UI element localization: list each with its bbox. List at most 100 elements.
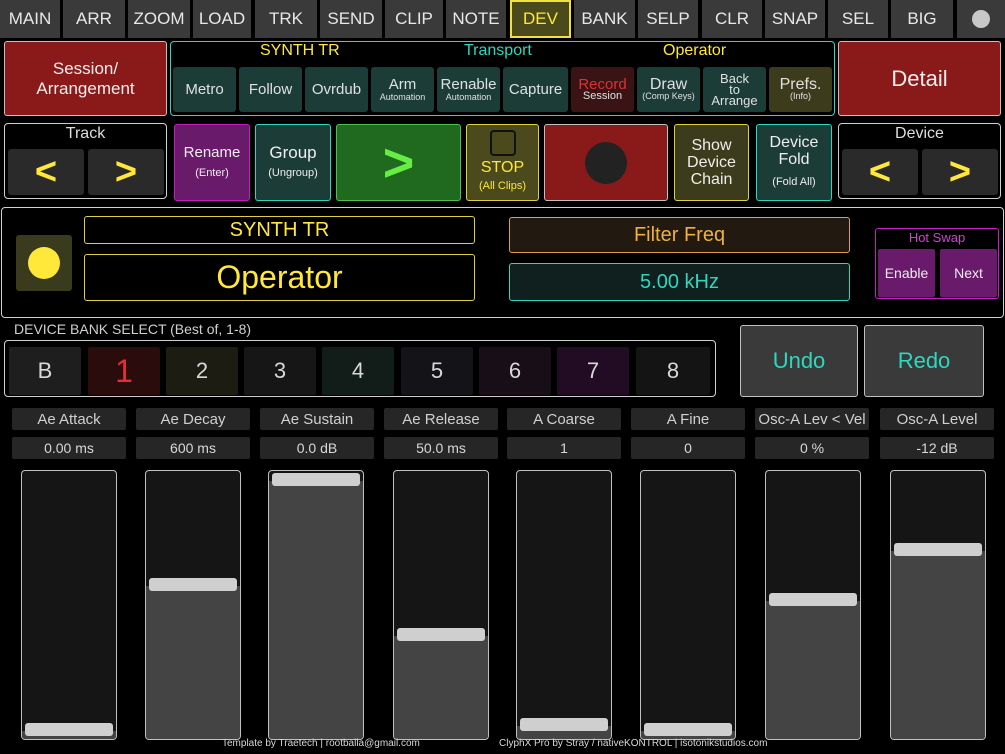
fader-handle[interactable] — [894, 543, 982, 556]
draw-button[interactable]: Draw (Comp Keys) — [637, 67, 700, 112]
rename-sublabel: (Enter) — [195, 166, 229, 179]
capture-button[interactable]: Capture — [503, 67, 568, 112]
tab-label: CLIP — [395, 9, 433, 28]
param-fader[interactable] — [393, 470, 489, 740]
bank-b-button[interactable]: B — [9, 347, 81, 395]
back-to-arrange-button[interactable]: Back to Arrange — [703, 67, 766, 112]
bank-2-button[interactable]: 2 — [166, 347, 238, 395]
redo-button[interactable]: Redo — [864, 325, 984, 397]
metro-button[interactable]: Metro — [173, 67, 236, 112]
device-name-text: Operator — [216, 259, 343, 295]
overdub-button[interactable]: Ovrdub — [305, 67, 368, 112]
bank-select-title: DEVICE BANK SELECT (Best of, 1-8) — [14, 321, 251, 337]
bank-8-button[interactable]: 8 — [636, 347, 710, 395]
device-on-button[interactable] — [16, 235, 72, 291]
param-value-text: 1 — [560, 440, 568, 456]
bank-3-button[interactable]: 3 — [244, 347, 316, 395]
bank-subtitle-text: (Best of, 1-8) — [170, 321, 252, 337]
renable-sublabel: Automation — [445, 92, 492, 102]
track-next-button[interactable]: > — [88, 149, 164, 195]
tab-dev[interactable]: DEV — [510, 0, 571, 38]
param-label-text: A Coarse — [533, 410, 595, 428]
prefs-button[interactable]: Prefs. (Info) — [769, 67, 832, 112]
tab-send[interactable]: SEND — [320, 0, 382, 38]
play-button[interactable]: > — [336, 124, 461, 201]
renable-automation-button[interactable]: Renable Automation — [437, 67, 500, 112]
show-device-chain-button[interactable]: Show Device Chain — [674, 124, 749, 201]
tab-trk[interactable]: TRK — [255, 0, 317, 38]
enable-label: Enable — [884, 265, 929, 281]
tab-arr[interactable]: ARR — [63, 0, 125, 38]
fader-handle[interactable] — [397, 628, 485, 641]
param-fader[interactable] — [268, 470, 364, 740]
metro-label: Metro — [185, 81, 224, 98]
status-section: Transport — [464, 42, 532, 59]
tab-note[interactable]: NOTE — [446, 0, 506, 38]
param-fader[interactable] — [890, 470, 986, 740]
undo-button[interactable]: Undo — [740, 325, 858, 397]
param-value: 0.00 ms — [12, 437, 126, 459]
tab-snap[interactable]: SNAP — [765, 0, 825, 38]
tab-label: SELP — [646, 9, 690, 28]
param-fader[interactable] — [21, 470, 117, 740]
arm-automation-button[interactable]: Arm Automation — [371, 67, 434, 112]
follow-label: Follow — [248, 81, 293, 98]
footer-right: ClyphX Pro by Stray / nativeKONTROL | is… — [499, 738, 767, 749]
param-fader[interactable] — [765, 470, 861, 740]
device-fold-button[interactable]: Device Fold (Fold All) — [756, 124, 832, 201]
hot-swap-next-button[interactable]: Next — [940, 249, 997, 297]
record-button[interactable] — [544, 124, 668, 201]
fader-handle[interactable] — [272, 473, 360, 486]
fader-handle[interactable] — [149, 578, 237, 591]
session-arrangement-button[interactable]: Session/ Arrangement — [4, 41, 167, 116]
tab-big[interactable]: BIG — [891, 0, 953, 38]
param-fader[interactable] — [145, 470, 241, 740]
fader-handle[interactable] — [25, 723, 113, 736]
tab-label: SEND — [327, 9, 375, 28]
stop-all-clips-button[interactable]: STOP (All Clips) — [466, 124, 539, 201]
chevron-left-icon: < — [34, 150, 58, 193]
fader-fill — [394, 635, 488, 739]
rename-button[interactable]: Rename (Enter) — [174, 124, 250, 201]
record-session-button[interactable]: Record Session — [571, 67, 634, 112]
bank-7-button[interactable]: 7 — [557, 347, 629, 395]
device-prev-button[interactable]: < — [842, 149, 918, 195]
tab-selp[interactable]: SELP — [638, 0, 698, 38]
fader-handle[interactable] — [769, 593, 857, 606]
param-label: Osc-A Lev < Vel — [755, 408, 869, 430]
fader-handle[interactable] — [644, 723, 732, 736]
bank-4-button[interactable]: 4 — [322, 347, 394, 395]
selected-param-name: Filter Freq — [509, 217, 850, 253]
follow-button[interactable]: Follow — [239, 67, 302, 112]
draw-label: Draw — [649, 76, 688, 93]
tab-main[interactable]: MAIN — [0, 0, 60, 38]
play-icon: > — [382, 132, 415, 193]
param-label-text: Ae Release — [402, 410, 480, 428]
rename-label: Rename — [183, 143, 241, 161]
param-fader[interactable] — [516, 470, 612, 740]
track-prev-button[interactable]: < — [8, 149, 84, 195]
bank-1-button[interactable]: 1 — [88, 347, 160, 395]
detail-button[interactable]: Detail — [838, 41, 1001, 116]
back-label: Back to Arrange — [711, 71, 758, 108]
group-button[interactable]: Group (Ungroup) — [255, 124, 331, 201]
device-next-button[interactable]: > — [922, 149, 998, 195]
param-fader[interactable] — [640, 470, 736, 740]
tab-load[interactable]: LOAD — [193, 0, 251, 38]
tab-bank[interactable]: BANK — [574, 0, 635, 38]
tab-clr[interactable]: CLR — [702, 0, 762, 38]
fader-handle[interactable] — [520, 718, 608, 731]
hot-swap-text: Hot Swap — [908, 230, 966, 245]
param-value: 50.0 ms — [384, 437, 498, 459]
hot-swap-enable-button[interactable]: Enable — [878, 249, 935, 297]
tab-zoom[interactable]: ZOOM — [128, 0, 190, 38]
top-nav: MAIN ARR ZOOM LOAD TRK SEND CLIP NOTE DE… — [0, 0, 1005, 38]
tab-clip[interactable]: CLIP — [385, 0, 443, 38]
tab-sel[interactable]: SEL — [828, 0, 888, 38]
bank-6-button[interactable]: 6 — [479, 347, 551, 395]
bank-5-button[interactable]: 5 — [401, 347, 473, 395]
detail-label: Detail — [891, 65, 948, 91]
tab-menu[interactable] — [957, 0, 1005, 38]
param-label-text: Ae Attack — [37, 410, 101, 428]
show-chain-label: Show Device Chain — [687, 137, 736, 188]
